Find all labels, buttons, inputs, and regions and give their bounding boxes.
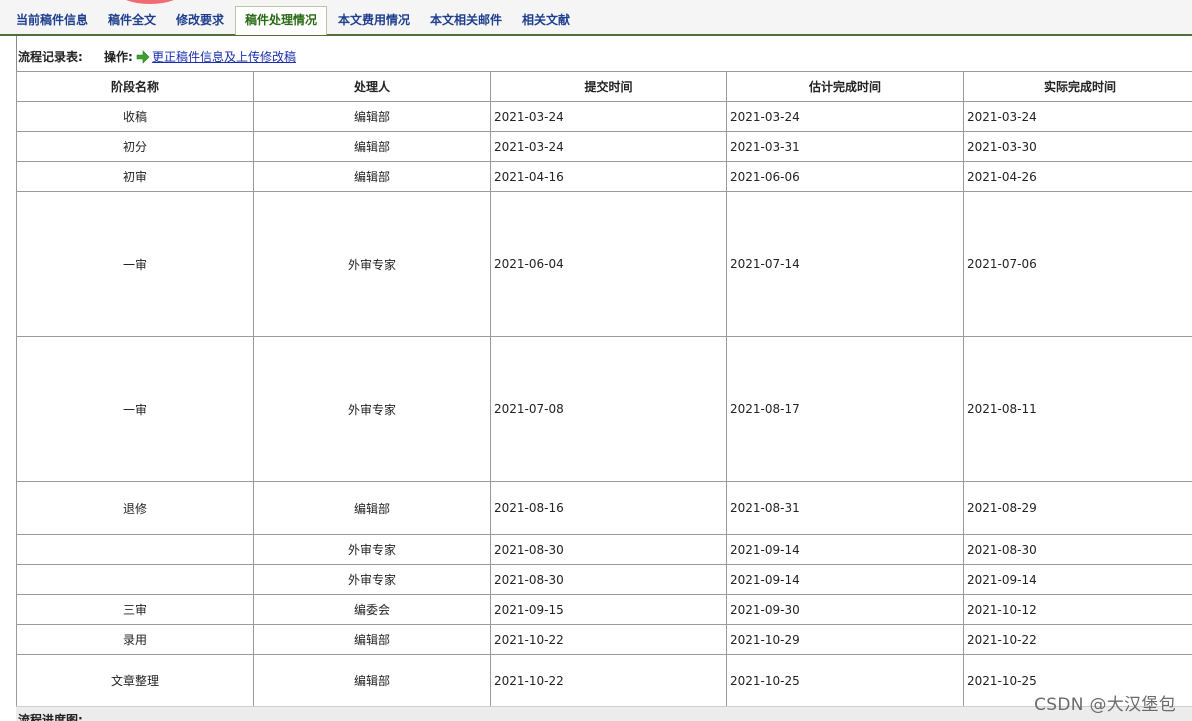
submitted-cell: 2021-06-04: [491, 192, 727, 337]
table-row: 收稿 编辑部 2021-03-24 2021-03-24 2021-03-24: [17, 102, 1192, 132]
update-manuscript-link[interactable]: 更正稿件信息及上传修改稿: [152, 49, 296, 65]
green-arrow-right-icon: [136, 49, 150, 65]
stage-cell: 初审: [17, 162, 254, 192]
table-header-row: 阶段名称 处理人 提交时间 估计完成时间 实际完成时间: [17, 72, 1192, 102]
estimated-cell: 2021-10-29: [727, 625, 964, 655]
submitted-cell: 2021-08-30: [491, 535, 727, 565]
estimated-cell: 2021-09-14: [727, 565, 964, 595]
table-row: 一审 外审专家 2021-06-04 2021-07-14 2021-07-06: [17, 192, 1192, 337]
submitted-cell: 2021-10-22: [491, 625, 727, 655]
col-header-estimated: 估计完成时间: [727, 72, 964, 102]
actual-cell: 2021-08-30: [964, 535, 1192, 565]
stage-cell: 录用: [17, 625, 254, 655]
handler-cell: 编辑部: [254, 102, 491, 132]
actual-cell: 2021-07-06: [964, 192, 1192, 337]
estimated-cell: 2021-06-06: [727, 162, 964, 192]
tab-fee-status[interactable]: 本文费用情况: [338, 7, 410, 33]
estimated-cell: 2021-10-25: [727, 655, 964, 707]
actual-cell: 2021-10-12: [964, 595, 1192, 625]
col-header-handler: 处理人: [254, 72, 491, 102]
submitted-cell: 2021-10-22: [491, 655, 727, 707]
handler-cell: 编辑部: [254, 482, 491, 535]
actual-cell: 2021-10-22: [964, 625, 1192, 655]
flow-progress-section: 流程进度图:: [16, 706, 1192, 721]
submitted-cell: 2021-08-16: [491, 482, 727, 535]
handler-cell: 编辑部: [254, 162, 491, 192]
stage-cell: 文章整理: [17, 655, 254, 707]
stage-cell: [17, 565, 254, 595]
handler-cell: 外审专家: [254, 192, 491, 337]
tab-bar: 当前稿件信息 稿件全文 修改要求 稿件处理情况 本文费用情况 本文相关邮件 相关…: [0, 0, 1192, 36]
flow-record-table: 阶段名称 处理人 提交时间 估计完成时间 实际完成时间 收稿 编辑部 2021-…: [16, 71, 1192, 707]
stage-cell: 一审: [17, 337, 254, 482]
estimated-cell: 2021-03-24: [727, 102, 964, 132]
submitted-cell: 2021-03-24: [491, 102, 727, 132]
tab-manuscript-processing[interactable]: 稿件处理情况: [235, 6, 327, 35]
tab-manuscript-fulltext[interactable]: 稿件全文: [108, 7, 156, 33]
stage-cell: 三审: [17, 595, 254, 625]
table-row: 退修 编辑部 2021-08-16 2021-08-31 2021-08-29: [17, 482, 1192, 535]
tab-revision-requirements[interactable]: 修改要求: [176, 7, 224, 33]
flow-record-header: 流程记录表: 操作: 更正稿件信息及上传修改稿: [18, 49, 83, 65]
col-header-actual: 实际完成时间: [964, 72, 1192, 102]
table-row: 初审 编辑部 2021-04-16 2021-06-06 2021-04-26: [17, 162, 1192, 192]
table-row: 三审 编委会 2021-09-15 2021-09-30 2021-10-12: [17, 595, 1192, 625]
estimated-cell: 2021-08-17: [727, 337, 964, 482]
actual-cell: 2021-08-29: [964, 482, 1192, 535]
table-row: 外审专家 2021-08-30 2021-09-14 2021-09-14: [17, 565, 1192, 595]
estimated-cell: 2021-09-14: [727, 535, 964, 565]
col-header-submitted: 提交时间: [491, 72, 727, 102]
handler-cell: 编委会: [254, 595, 491, 625]
submitted-cell: 2021-04-16: [491, 162, 727, 192]
submitted-cell: 2021-03-24: [491, 132, 727, 162]
flow-record-label: 流程记录表:: [18, 50, 83, 64]
col-header-stage: 阶段名称: [17, 72, 254, 102]
handler-cell: 编辑部: [254, 655, 491, 707]
stage-cell: 收稿: [17, 102, 254, 132]
estimated-cell: 2021-08-31: [727, 482, 964, 535]
actual-cell: 2021-09-14: [964, 565, 1192, 595]
actual-cell: 2021-08-11: [964, 337, 1192, 482]
handler-cell: 编辑部: [254, 625, 491, 655]
table-row: 文章整理 编辑部 2021-10-22 2021-10-25 2021-10-2…: [17, 655, 1192, 707]
actual-cell: 2021-03-24: [964, 102, 1192, 132]
handler-cell: 外审专家: [254, 535, 491, 565]
tab-related-literature[interactable]: 相关文献: [522, 7, 570, 33]
stage-cell: 初分: [17, 132, 254, 162]
handler-cell: 外审专家: [254, 337, 491, 482]
table-row: 外审专家 2021-08-30 2021-09-14 2021-08-30: [17, 535, 1192, 565]
submitted-cell: 2021-08-30: [491, 565, 727, 595]
estimated-cell: 2021-09-30: [727, 595, 964, 625]
ops-label: 操作:: [104, 49, 133, 65]
submitted-cell: 2021-07-08: [491, 337, 727, 482]
red-annotation-mark: [118, 0, 182, 4]
handler-cell: 外审专家: [254, 565, 491, 595]
actual-cell: 2021-03-30: [964, 132, 1192, 162]
table-row: 录用 编辑部 2021-10-22 2021-10-29 2021-10-22: [17, 625, 1192, 655]
submitted-cell: 2021-09-15: [491, 595, 727, 625]
csdn-watermark: CSDN @大汉堡包: [1034, 690, 1176, 715]
tab-current-manuscript-info[interactable]: 当前稿件信息: [16, 7, 88, 33]
estimated-cell: 2021-07-14: [727, 192, 964, 337]
stage-cell: 退修: [17, 482, 254, 535]
stage-cell: [17, 535, 254, 565]
tab-related-emails[interactable]: 本文相关邮件: [430, 7, 502, 33]
table-row: 一审 外审专家 2021-07-08 2021-08-17 2021-08-11: [17, 337, 1192, 482]
table-row: 初分 编辑部 2021-03-24 2021-03-31 2021-03-30: [17, 132, 1192, 162]
actual-cell: 2021-04-26: [964, 162, 1192, 192]
estimated-cell: 2021-03-31: [727, 132, 964, 162]
handler-cell: 编辑部: [254, 132, 491, 162]
stage-cell: 一审: [17, 192, 254, 337]
